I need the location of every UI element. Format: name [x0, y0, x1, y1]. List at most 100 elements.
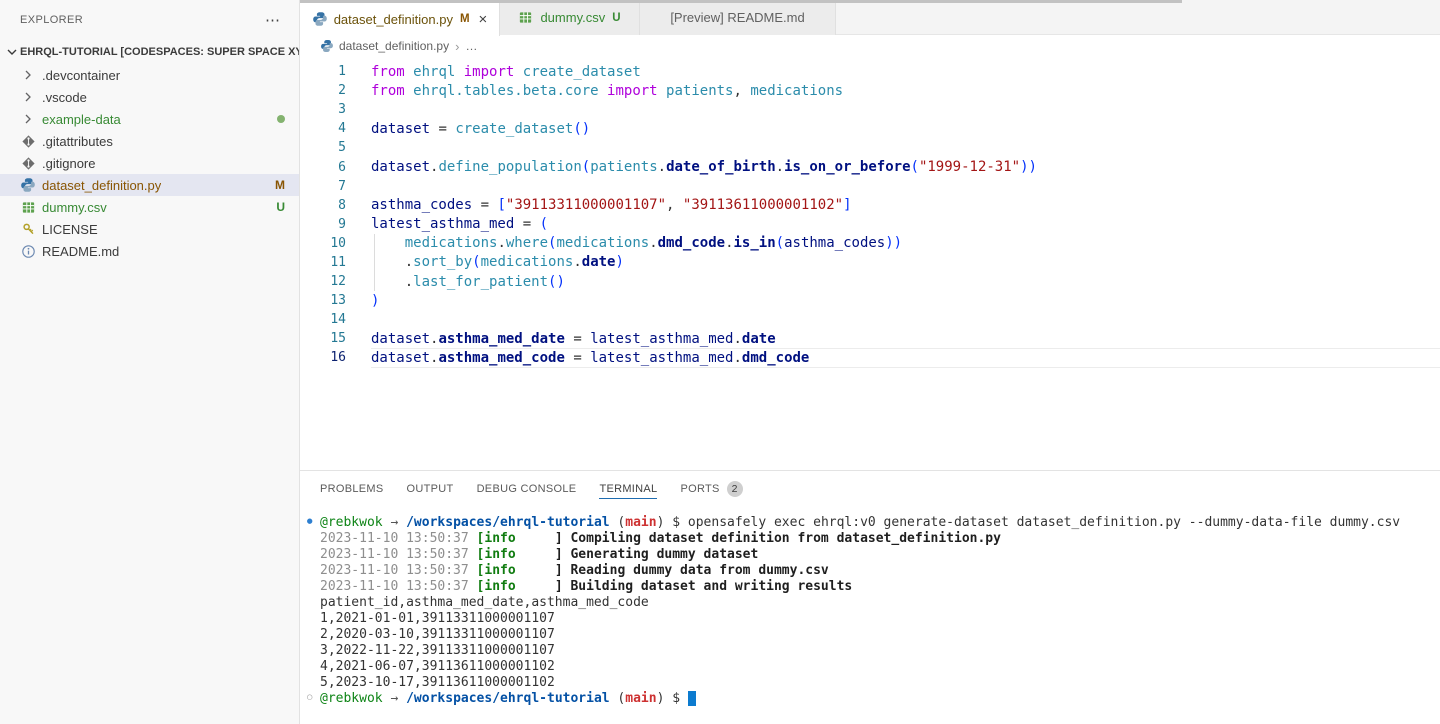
- terminal-token: ) $: [657, 515, 688, 530]
- terminal-token: ] Building dataset and writing results: [555, 579, 852, 594]
- code-line-7[interactable]: 7: [300, 177, 1440, 196]
- workspace-section-header[interactable]: EHRQL-TUTORIAL [CODESPACES: SUPER SPACE …: [0, 40, 299, 64]
- sidebar-item-example-data[interactable]: example-data: [0, 108, 299, 130]
- code-token: =: [472, 197, 497, 213]
- code-line-4[interactable]: 4dataset = create_dataset(): [300, 119, 1440, 138]
- code-line-5[interactable]: 5: [300, 138, 1440, 157]
- terminal-token: ] Compiling dataset definition from data…: [555, 531, 1001, 546]
- terminal-token: ] Generating dummy dataset: [555, 547, 759, 562]
- panel-tab-output[interactable]: OUTPUT: [407, 471, 454, 506]
- code-token: asthma_codes: [784, 235, 885, 251]
- line-number: 13: [300, 293, 346, 308]
- code-line-13[interactable]: 13): [300, 291, 1440, 310]
- code-editor[interactable]: 1from ehrql import create_dataset2from e…: [300, 57, 1440, 470]
- tab-preview-readme-md[interactable]: [Preview] README.md: [640, 0, 836, 35]
- terminal-token: [info: [477, 547, 516, 562]
- code-token: [599, 83, 607, 99]
- panel-tab-debug-console[interactable]: DEBUG CONSOLE: [477, 471, 577, 506]
- code-line-8[interactable]: 8asthma_codes = ["39113311000001107", "3…: [300, 196, 1440, 215]
- code-token: (: [911, 159, 919, 175]
- code-token: is_in: [734, 235, 776, 251]
- terminal-token: [info: [477, 563, 516, 578]
- code-token: medications: [481, 254, 574, 270]
- line-number: 14: [300, 312, 346, 327]
- terminal-line-12: ○@rebkwok → /workspaces/ehrql-tutorial (…: [320, 690, 1440, 706]
- bottom-panel: PROBLEMS OUTPUT DEBUG CONSOLE TERMINAL PORTS…: [300, 470, 1440, 724]
- terminal[interactable]: ●@rebkwok → /workspaces/ehrql-tutorial (…: [300, 506, 1440, 724]
- sidebar-item-readme-md[interactable]: README.md: [0, 240, 299, 262]
- code-line-11[interactable]: 11 .sort_by(medications.date): [300, 253, 1440, 272]
- more-actions-icon[interactable]: ⋯: [265, 11, 281, 29]
- panel-tab-label: TERMINAL: [599, 483, 657, 495]
- terminal-token: 2023-11-10 13:50:37: [320, 547, 477, 562]
- python-icon: [320, 39, 334, 53]
- code-token: .: [649, 235, 657, 251]
- terminal-line-10: 4,2021-06-07,39113611000001102: [320, 658, 1440, 674]
- code-line-6[interactable]: 6dataset.define_population(patients.date…: [300, 157, 1440, 176]
- code-line-content: [371, 310, 1440, 329]
- code-token: ): [615, 254, 623, 270]
- sidebar-item-devcontainer[interactable]: .devcontainer: [0, 64, 299, 86]
- line-number: 9: [300, 217, 346, 232]
- terminal-token: /workspaces/ehrql-tutorial: [406, 515, 610, 530]
- line-number: 5: [300, 140, 346, 155]
- code-token: "1999-12-31": [919, 159, 1020, 175]
- code-token: [: [497, 197, 505, 213]
- sidebar-item-gitignore[interactable]: .gitignore: [0, 152, 299, 174]
- code-line-15[interactable]: 15dataset.asthma_med_date = latest_asthm…: [300, 329, 1440, 348]
- indent-guide: [374, 253, 375, 272]
- terminal-token: /workspaces/ehrql-tutorial: [406, 691, 610, 706]
- sidebar-item-dataset-definition-py[interactable]: dataset_definition.pyM: [0, 174, 299, 196]
- breadcrumb-file[interactable]: dataset_definition.py: [339, 39, 449, 53]
- tab-dataset-definition-py[interactable]: dataset_definition.pyM×: [300, 0, 500, 36]
- chevron-right-icon: [20, 111, 36, 127]
- terminal-token: @rebkwok: [320, 515, 383, 530]
- code-token: asthma_med_date: [438, 331, 564, 347]
- code-line-14[interactable]: 14: [300, 310, 1440, 329]
- code-token: ehrql.tables.beta.core: [413, 83, 598, 99]
- code-token: ehrql: [413, 64, 455, 80]
- code-line-12[interactable]: 12 .last_for_patient(): [300, 272, 1440, 291]
- code-token: (): [548, 274, 565, 290]
- indent-guide: [374, 272, 375, 291]
- code-token: .: [371, 274, 413, 290]
- line-number: 3: [300, 102, 346, 117]
- line-number: 1: [300, 64, 346, 79]
- code-token: medications: [405, 235, 498, 251]
- code-token: dataset: [371, 331, 430, 347]
- code-token: latest_asthma_med: [590, 331, 733, 347]
- code-token: (: [582, 159, 590, 175]
- code-line-10[interactable]: 10 medications.where(medications.dmd_cod…: [300, 234, 1440, 253]
- tab-dummy-csv[interactable]: dummy.csvU: [500, 0, 640, 35]
- file-list: .devcontainer.vscodeexample-data.gitattr…: [0, 64, 299, 262]
- tabbar-scrollbar[interactable]: [300, 0, 1182, 3]
- code-line-9[interactable]: 9latest_asthma_med = (: [300, 215, 1440, 234]
- sidebar-item-dummy-csv[interactable]: dummy.csvU: [0, 196, 299, 218]
- code-line-1[interactable]: 1from ehrql import create_dataset: [300, 62, 1440, 81]
- code-token: .: [776, 159, 784, 175]
- code-token: create_dataset: [523, 64, 641, 80]
- csv-icon: [518, 10, 534, 26]
- panel-tab-label: PORTS: [680, 483, 719, 495]
- terminal-token: main: [625, 691, 656, 706]
- code-line-3[interactable]: 3: [300, 100, 1440, 119]
- panel-tab-problems[interactable]: PROBLEMS: [320, 471, 384, 506]
- code-token: .: [497, 235, 505, 251]
- terminal-token: main: [625, 515, 656, 530]
- panel-tab-terminal[interactable]: TERMINAL: [599, 471, 657, 506]
- breadcrumb[interactable]: dataset_definition.py › …: [300, 35, 1440, 57]
- code-line-16[interactable]: 16dataset.asthma_med_code = latest_asthm…: [300, 348, 1440, 367]
- sidebar-item-vscode[interactable]: .vscode: [0, 86, 299, 108]
- indent-guide: [374, 234, 375, 253]
- line-number: 6: [300, 160, 346, 175]
- panel-tab-ports[interactable]: PORTS2: [680, 471, 742, 506]
- sidebar-item-license[interactable]: LICENSE: [0, 218, 299, 240]
- code-token: [405, 83, 413, 99]
- close-icon[interactable]: ×: [479, 12, 488, 27]
- sidebar-item-gitattributes[interactable]: .gitattributes: [0, 130, 299, 152]
- git-icon: [20, 155, 36, 171]
- breadcrumb-more[interactable]: …: [465, 39, 477, 53]
- code-token: =: [565, 331, 590, 347]
- code-line-2[interactable]: 2from ehrql.tables.beta.core import pati…: [300, 81, 1440, 100]
- line-number: 12: [300, 274, 346, 289]
